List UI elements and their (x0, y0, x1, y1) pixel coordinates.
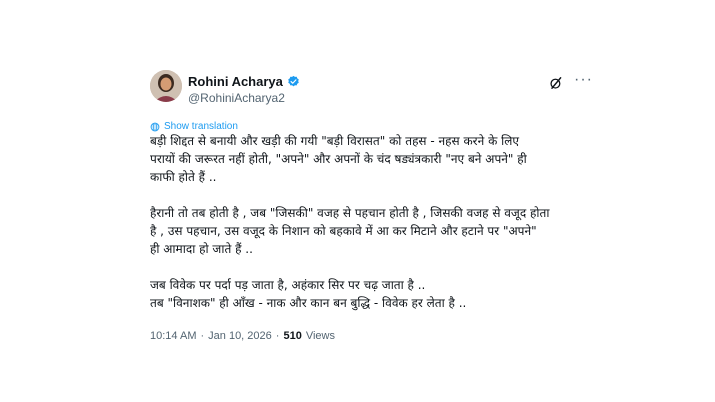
tweet-date[interactable]: Jan 10, 2026 (208, 330, 272, 342)
verified-check-icon (287, 75, 300, 88)
more-horizontal-icon[interactable]: ··· (574, 72, 593, 88)
tweet-meta: 10:14 AM · Jan 10, 2026 · 510 Views (150, 330, 335, 342)
author-display-name[interactable]: Rohini Acharya (188, 74, 283, 89)
globe-icon (150, 122, 160, 132)
meta-separator: · (200, 330, 205, 342)
tweet-paragraph: बड़ी शिद्दत से बनायी और खड़ी की गयी "बड़… (150, 134, 527, 184)
tweet-text: बड़ी शिद्दत से बनायी और खड़ी की गयी "बड़… (150, 132, 590, 312)
grok-slash-icon[interactable] (547, 74, 565, 92)
show-translation-link[interactable]: Show translation (150, 121, 238, 132)
views-label: Views (305, 330, 335, 342)
author-name-row: Rohini Acharya (188, 74, 300, 89)
author-handle[interactable]: @RohiniAcharya2 (188, 91, 285, 105)
avatar[interactable] (150, 70, 182, 102)
views-count: 510 (283, 330, 302, 342)
tweet-time[interactable]: 10:14 AM (150, 330, 196, 342)
tweet-paragraph: जब विवेक पर पर्दा पड़ जाता है, अहंकार सि… (150, 278, 467, 310)
tweet-header: Rohini Acharya @RohiniAcharya2 ··· (150, 70, 593, 110)
tweet-paragraph: हैरानी तो तब होती है , जब "जिसकी" वजह से… (150, 206, 550, 256)
show-translation-label: Show translation (164, 121, 238, 132)
meta-separator: · (275, 330, 280, 342)
tweet-card: Rohini Acharya @RohiniAcharya2 ··· Show … (150, 70, 593, 342)
